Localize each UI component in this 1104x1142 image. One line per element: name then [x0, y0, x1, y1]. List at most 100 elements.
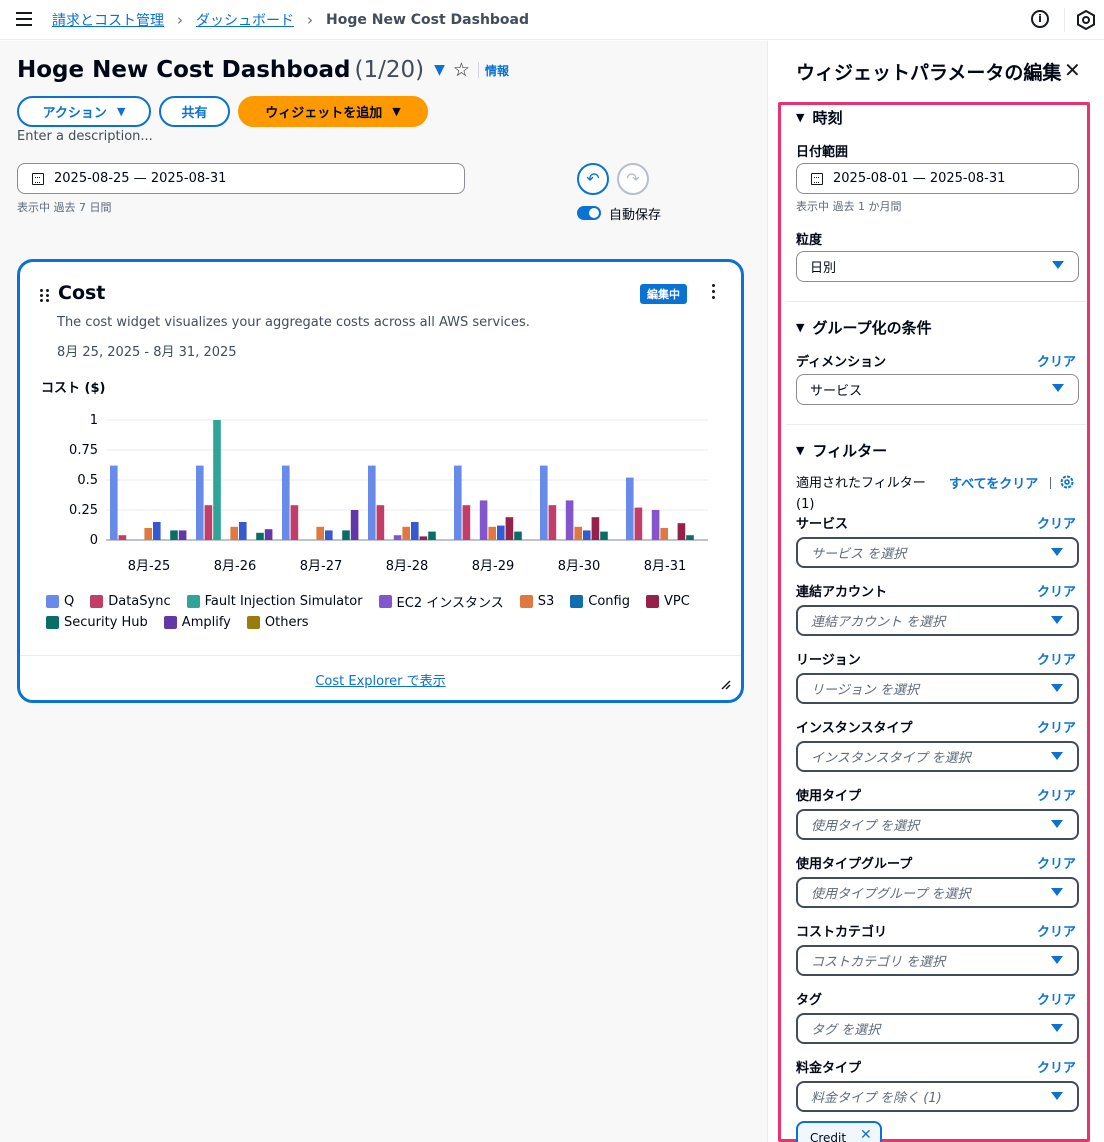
bar[interactable]: [316, 526, 324, 540]
bar[interactable]: [488, 526, 496, 540]
menu-icon[interactable]: [16, 12, 32, 26]
bar[interactable]: [497, 525, 505, 540]
actions-button[interactable]: アクション ▼: [17, 96, 151, 127]
remove-token-icon[interactable]: ✕: [860, 1127, 872, 1142]
bar[interactable]: [376, 505, 385, 540]
cost-widget[interactable]: Cost 編集中 The cost widget visualizes your…: [17, 259, 744, 703]
bar[interactable]: [411, 522, 419, 540]
filter-clear-link[interactable]: クリア: [1037, 1057, 1076, 1076]
filter-select[interactable]: リージョン を選択: [796, 673, 1079, 704]
bar[interactable]: [368, 465, 376, 540]
bar[interactable]: [290, 505, 299, 540]
gear-icon[interactable]: [1059, 474, 1075, 490]
undo-button[interactable]: ↶: [577, 163, 609, 195]
star-icon[interactable]: ☆: [453, 59, 470, 81]
filter-section-header[interactable]: ▼ フィルター: [796, 440, 887, 461]
redo-button[interactable]: ↷: [617, 163, 649, 195]
bar[interactable]: [342, 530, 350, 540]
legend-item[interactable]: Security Hub: [46, 615, 148, 630]
settings-hex-icon[interactable]: [1077, 10, 1095, 30]
bar[interactable]: [256, 532, 264, 540]
bar[interactable]: [239, 522, 247, 540]
resize-handle-icon[interactable]: [721, 680, 731, 690]
granularity-select[interactable]: 日別: [796, 251, 1079, 282]
filter-select[interactable]: 料金タイプ を除く (1): [796, 1081, 1079, 1112]
info-circle-icon[interactable]: i: [1031, 10, 1049, 28]
bar[interactable]: [583, 530, 591, 540]
legend-item[interactable]: Amplify: [163, 615, 231, 630]
share-button[interactable]: 共有: [159, 96, 230, 127]
bar[interactable]: [170, 530, 178, 540]
bar[interactable]: [574, 526, 582, 540]
caret-down-icon[interactable]: ▼: [434, 62, 445, 78]
filter-select[interactable]: コストカテゴリ を選択: [796, 945, 1079, 976]
add-widget-button[interactable]: ウィジェットを追加 ▼: [238, 96, 428, 127]
filter-select[interactable]: 連結アカウント を選択: [796, 605, 1079, 636]
bar[interactable]: [677, 523, 686, 540]
description-field[interactable]: Enter a description...: [17, 129, 153, 144]
bar[interactable]: [660, 528, 668, 540]
filter-select[interactable]: タグ を選択: [796, 1013, 1079, 1044]
bar[interactable]: [153, 522, 161, 540]
filter-clear-link[interactable]: クリア: [1037, 513, 1076, 532]
bar[interactable]: [213, 420, 221, 540]
filter-clear-link[interactable]: クリア: [1037, 581, 1076, 600]
bar[interactable]: [144, 528, 152, 540]
breadcrumb-billing[interactable]: 請求とコスト管理: [52, 10, 164, 30]
clear-all-link[interactable]: すべてをクリア: [949, 473, 1038, 492]
cost-explorer-link[interactable]: Cost Explorer で表示: [20, 670, 741, 689]
bar[interactable]: [196, 465, 204, 540]
panel-date-range-picker[interactable]: 2025-08-01 — 2025-08-31: [796, 163, 1079, 194]
bar[interactable]: [419, 536, 428, 540]
bar[interactable]: [264, 529, 273, 540]
legend-item[interactable]: S3: [519, 592, 554, 611]
bar[interactable]: [565, 500, 574, 540]
bar[interactable]: [600, 531, 608, 540]
bar[interactable]: [514, 531, 522, 540]
dimension-select[interactable]: サービス: [796, 374, 1079, 405]
bar[interactable]: [634, 507, 643, 540]
bar[interactable]: [325, 530, 333, 540]
filter-clear-link[interactable]: クリア: [1037, 717, 1076, 736]
legend-item[interactable]: DataSync: [90, 592, 171, 611]
bar[interactable]: [454, 465, 462, 540]
info-link[interactable]: 情報: [485, 62, 509, 79]
bar[interactable]: [548, 505, 557, 540]
bar[interactable]: [686, 535, 694, 540]
dimension-clear-link[interactable]: クリア: [1037, 351, 1076, 370]
bar[interactable]: [479, 500, 488, 540]
filter-select[interactable]: 使用タイプグループ を選択: [796, 877, 1079, 908]
filter-select[interactable]: 使用タイプ を選択: [796, 809, 1079, 840]
legend-item[interactable]: Config: [570, 592, 630, 611]
bar[interactable]: [505, 517, 514, 540]
legend-item[interactable]: EC2 インスタンス: [378, 592, 504, 611]
filter-select[interactable]: インスタンスタイプ を選択: [796, 741, 1079, 772]
bar[interactable]: [282, 465, 290, 540]
filter-clear-link[interactable]: クリア: [1037, 853, 1076, 872]
breadcrumb-dashboards[interactable]: ダッシュボード: [196, 10, 294, 30]
filter-clear-link[interactable]: クリア: [1037, 989, 1076, 1008]
autosave-toggle[interactable]: [577, 206, 601, 220]
bar[interactable]: [393, 535, 402, 540]
time-section-header[interactable]: ▼ 時刻: [796, 107, 842, 128]
bar[interactable]: [230, 526, 238, 540]
filter-select[interactable]: サービス を選択: [796, 537, 1079, 568]
bar[interactable]: [110, 465, 118, 540]
close-icon[interactable]: ✕: [1064, 58, 1081, 82]
legend-item[interactable]: Fault Injection Simulator: [186, 592, 363, 611]
filter-clear-link[interactable]: クリア: [1037, 921, 1076, 940]
bar[interactable]: [540, 465, 548, 540]
filter-clear-link[interactable]: クリア: [1037, 649, 1076, 668]
bar[interactable]: [204, 505, 213, 540]
bar[interactable]: [651, 510, 660, 540]
bar[interactable]: [591, 517, 600, 540]
legend-item[interactable]: Q: [46, 592, 74, 611]
filter-clear-link[interactable]: クリア: [1037, 785, 1076, 804]
bar[interactable]: [178, 530, 187, 540]
drag-handle-icon[interactable]: [40, 289, 50, 303]
group-section-header[interactable]: ▼ グループ化の条件: [796, 317, 932, 338]
bar[interactable]: [350, 510, 359, 540]
bar[interactable]: [462, 505, 471, 540]
bar[interactable]: [118, 535, 127, 540]
bar[interactable]: [428, 531, 436, 540]
